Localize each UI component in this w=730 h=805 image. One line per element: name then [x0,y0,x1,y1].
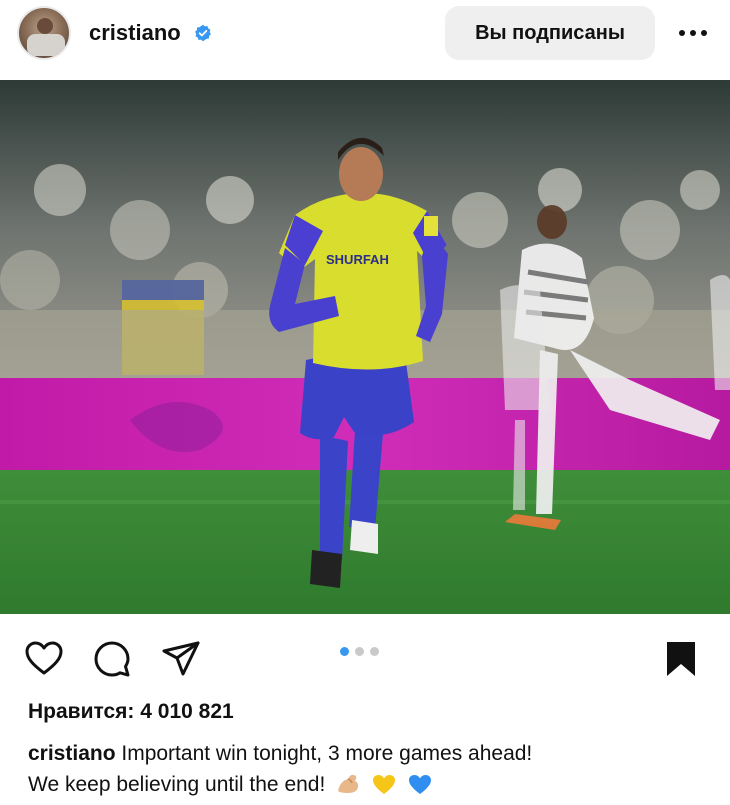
username[interactable]: cristiano [89,20,181,46]
share-button[interactable] [160,638,202,680]
football-match-photo: SHURFAH [0,80,730,614]
carousel-dot-active [340,647,349,656]
post-caption: cristiano Important win tonight, 3 more … [28,738,708,800]
heart-icon [25,641,63,675]
caption-line-2: We keep believing until the end! [28,773,326,796]
jersey-sponsor-text: SHURFAH [326,252,389,267]
carousel-dot [355,647,364,656]
comment-button[interactable] [91,638,133,680]
save-button[interactable] [660,638,702,680]
verified-badge-icon [195,24,211,42]
caption-username[interactable]: cristiano [28,742,116,765]
caption-line-1: Important win tonight, 3 more games ahea… [121,742,533,765]
post-header: cristiano Вы подписаны [0,0,730,80]
post-actions-bar [0,614,730,700]
paper-plane-icon [162,641,200,676]
flexed-biceps-emoji-icon [338,774,359,793]
bookmark-icon [667,642,695,676]
carousel-dot [370,647,379,656]
comment-icon [94,641,130,677]
avatar[interactable] [17,6,71,60]
blue-heart-icon [408,775,431,794]
following-button[interactable]: Вы подписаны [445,6,655,60]
likes-count[interactable]: Нравится: 4 010 821 [28,700,234,724]
carousel-indicator [340,647,379,656]
yellow-heart-icon [373,775,395,794]
more-options-icon[interactable] [673,18,713,48]
like-button[interactable] [23,638,65,680]
post-photo[interactable]: SHURFAH [0,80,730,614]
